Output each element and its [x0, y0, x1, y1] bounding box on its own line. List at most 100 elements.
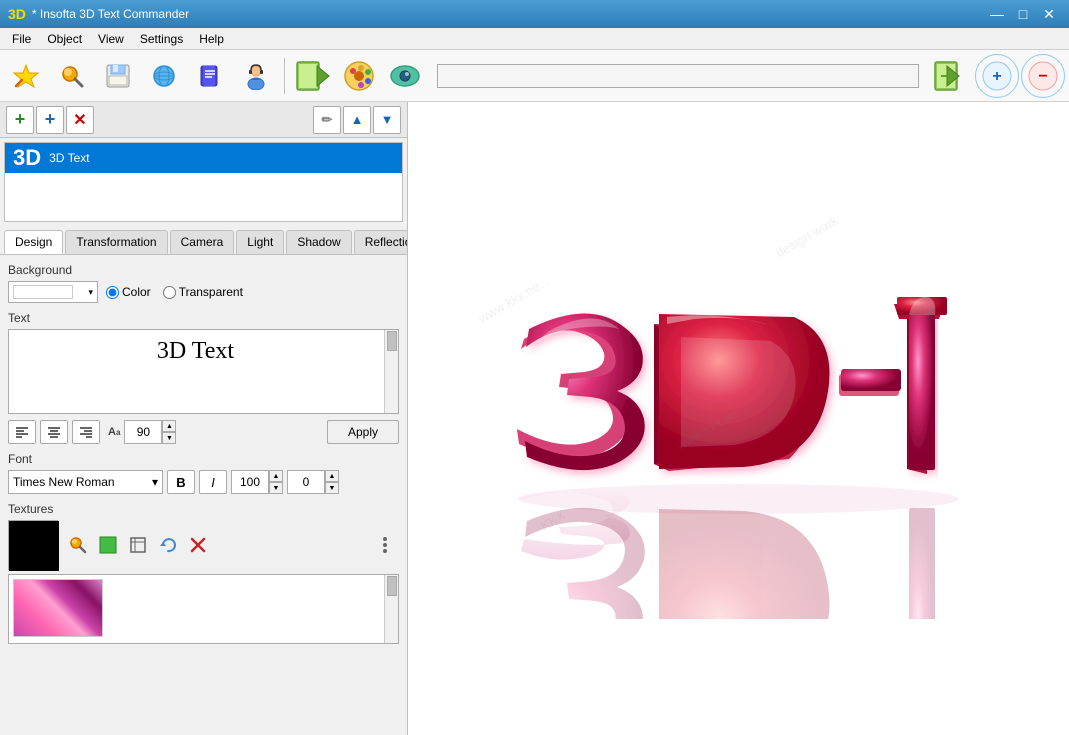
- app-icon: 3D: [8, 6, 26, 22]
- align-left-button[interactable]: [8, 420, 36, 444]
- texture-list-content: [9, 575, 398, 644]
- menu-bar: File Object View Settings Help: [0, 28, 1069, 50]
- italic-button[interactable]: I: [199, 470, 227, 494]
- toolbar-save-button[interactable]: [96, 54, 140, 98]
- toolbar-view-button[interactable]: [383, 54, 427, 98]
- text-label: Text: [8, 311, 399, 325]
- format-row: A a ▲ ▼ Apply: [8, 420, 399, 444]
- bold-button[interactable]: B: [167, 470, 195, 494]
- font-size-2-spinner: ▲ ▼: [231, 470, 283, 494]
- toolbar-open-button[interactable]: [50, 54, 94, 98]
- canvas-area: www.kkx.ne... www.kkx.ne... design work …: [408, 102, 1069, 735]
- texture-more-button[interactable]: [371, 531, 399, 559]
- texture-preview[interactable]: [8, 520, 58, 570]
- edit-button[interactable]: ✏: [313, 106, 341, 134]
- font-spacing-input[interactable]: [287, 470, 325, 494]
- 3d-text-svg: [449, 219, 1029, 619]
- svg-text:−: −: [1038, 68, 1047, 85]
- main-container: + + ✕ ✏ ▲ ▼ 3D 3D Text Design Transforma…: [0, 102, 1069, 735]
- text-scrollbar[interactable]: [384, 330, 398, 413]
- tab-design[interactable]: Design: [4, 230, 63, 254]
- toolbar-palette-button[interactable]: [337, 54, 381, 98]
- tab-camera[interactable]: Camera: [170, 230, 235, 254]
- menu-help[interactable]: Help: [191, 28, 232, 49]
- toolbar-new-button[interactable]: [4, 54, 48, 98]
- font-spacing-down[interactable]: ▼: [325, 482, 339, 494]
- font-label: Font: [8, 452, 399, 466]
- font-size-2-up[interactable]: ▲: [269, 470, 283, 482]
- title-bar: 3D * Insofta 3D Text Commander — □ ✕: [0, 0, 1069, 28]
- menu-file[interactable]: File: [4, 28, 39, 49]
- font-spacing-up[interactable]: ▲: [325, 470, 339, 482]
- font-size-up[interactable]: ▲: [162, 420, 176, 432]
- menu-object[interactable]: Object: [39, 28, 90, 49]
- align-center-button[interactable]: [40, 420, 68, 444]
- remove-button[interactable]: ✕: [66, 106, 94, 134]
- texture-list-scrollbar[interactable]: [384, 575, 398, 643]
- toolbar-search-input[interactable]: [437, 64, 919, 88]
- toolbar-help-button[interactable]: [188, 54, 232, 98]
- textures-label: Textures: [8, 502, 399, 516]
- texture-color-button[interactable]: [94, 531, 122, 559]
- title-bar-controls: — □ ✕: [985, 4, 1061, 24]
- text-input[interactable]: 3D Text: [9, 330, 382, 410]
- texture-list: [8, 574, 399, 644]
- texture-delete-button[interactable]: [184, 531, 212, 559]
- radio-color-input[interactable]: [106, 286, 119, 299]
- apply-button[interactable]: Apply: [327, 420, 399, 444]
- object-label: 3D Text: [49, 151, 89, 165]
- toolbar-support-button[interactable]: [234, 54, 278, 98]
- toolbar-separator-1: [284, 58, 285, 94]
- toolbar: + −: [0, 50, 1069, 102]
- texture-controls: [64, 531, 399, 559]
- font-size-2-input[interactable]: [231, 470, 269, 494]
- texture-item-gradient[interactable]: [13, 579, 103, 637]
- menu-settings[interactable]: Settings: [132, 28, 191, 49]
- font-size-input[interactable]: [124, 420, 162, 444]
- background-label: Background: [8, 263, 399, 277]
- font-name-dropdown[interactable]: Times New Roman ▾: [8, 470, 163, 494]
- radio-color[interactable]: Color: [106, 285, 151, 299]
- object-item-3d-text[interactable]: 3D 3D Text: [5, 143, 402, 173]
- toolbar-zoom-out-button[interactable]: −: [1021, 54, 1065, 98]
- tab-transformation[interactable]: Transformation: [65, 230, 167, 254]
- background-row: ▾ Color Transparent: [8, 281, 399, 303]
- radio-color-label: Color: [122, 285, 151, 299]
- font-spacing-spin-buttons: ▲ ▼: [325, 470, 339, 494]
- texture-search-button[interactable]: [64, 531, 92, 559]
- add-shape-button[interactable]: +: [6, 106, 34, 134]
- toolbar-import-button[interactable]: [291, 54, 335, 98]
- text-area-container: 3D Text: [8, 329, 399, 414]
- tab-reflection[interactable]: Reflection: [354, 230, 408, 254]
- background-color-dropdown[interactable]: ▾: [8, 281, 98, 303]
- font-size-2-down[interactable]: ▼: [269, 482, 283, 494]
- tab-shadow[interactable]: Shadow: [286, 230, 351, 254]
- left-panel: + + ✕ ✏ ▲ ▼ 3D 3D Text Design Transforma…: [0, 102, 408, 735]
- radio-transparent[interactable]: Transparent: [163, 285, 243, 299]
- font-size-down[interactable]: ▼: [162, 432, 176, 444]
- object-toolbar: + + ✕ ✏ ▲ ▼: [0, 102, 407, 138]
- app-title: * Insofta 3D Text Commander: [32, 7, 189, 21]
- object-list: 3D 3D Text: [4, 142, 403, 222]
- tab-content: Background ▾ Color Transparent: [0, 255, 407, 735]
- background-type-group: Color Transparent: [106, 285, 243, 299]
- move-up-button[interactable]: ▲: [343, 106, 371, 134]
- font-row: Times New Roman ▾ B I ▲ ▼ ▲ ▼: [8, 470, 399, 494]
- texture-crop-button[interactable]: [124, 531, 152, 559]
- close-button[interactable]: ✕: [1037, 4, 1061, 24]
- tab-light[interactable]: Light: [236, 230, 284, 254]
- maximize-button[interactable]: □: [1011, 4, 1035, 24]
- move-down-button[interactable]: ▼: [373, 106, 401, 134]
- minimize-button[interactable]: —: [985, 4, 1009, 24]
- toolbar-export-button[interactable]: [929, 54, 973, 98]
- font-size-spin-buttons: ▲ ▼: [162, 420, 176, 444]
- toolbar-zoom-in-button[interactable]: +: [975, 54, 1019, 98]
- menu-view[interactable]: View: [90, 28, 132, 49]
- font-size-2-spin-buttons: ▲ ▼: [269, 470, 283, 494]
- radio-transparent-input[interactable]: [163, 286, 176, 299]
- align-right-button[interactable]: [72, 420, 100, 444]
- add-text-button[interactable]: +: [36, 106, 64, 134]
- toolbar-globe-button[interactable]: [142, 54, 186, 98]
- texture-rotate-button[interactable]: [154, 531, 182, 559]
- text-3d-container: [408, 102, 1069, 735]
